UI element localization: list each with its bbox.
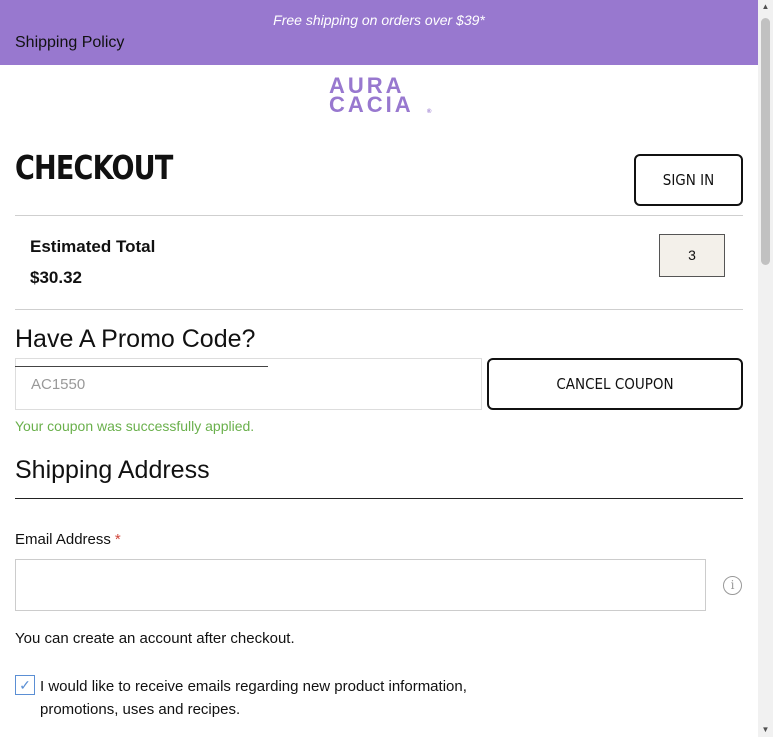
cancel-coupon-button[interactable]: CANCEL COUPON	[487, 358, 743, 410]
shipping-divider	[15, 498, 743, 499]
email-address-label: Email Address *	[15, 531, 121, 548]
free-shipping-message: Free shipping on orders over $39*	[273, 12, 485, 28]
page-title: CHECKOUT	[15, 148, 173, 187]
estimated-total-value: $30.32	[30, 268, 82, 287]
required-marker: *	[114, 531, 121, 548]
promo-input-underline	[15, 366, 268, 367]
account-after-checkout-note: You can create an account after checkout…	[15, 630, 295, 647]
scroll-up-arrow-icon[interactable]: ▲	[758, 0, 773, 14]
divider	[15, 215, 743, 216]
email-label-text: Email Address	[15, 531, 111, 548]
newsletter-checkbox-label[interactable]: I would like to receive emails regarding…	[40, 675, 540, 721]
logo-line-2: CACIA	[329, 92, 414, 117]
shipping-address-heading: Shipping Address	[15, 456, 210, 484]
divider	[15, 309, 743, 310]
email-field[interactable]	[15, 559, 706, 611]
estimated-total-label: Estimated Total	[30, 237, 156, 256]
scrollbar-thumb[interactable]	[761, 18, 770, 265]
checkmark-icon: ✓	[19, 677, 31, 693]
shipping-policy-link[interactable]: Shipping Policy	[15, 34, 124, 52]
logo-registered-mark: ®	[427, 109, 432, 115]
newsletter-checkbox[interactable]: ✓	[15, 675, 35, 695]
sign-in-button[interactable]: SIGN IN	[634, 154, 743, 206]
info-icon[interactable]: i	[723, 576, 742, 595]
page-scrollbar[interactable]: ▲ ▼	[758, 0, 773, 737]
scroll-down-arrow-icon[interactable]: ▼	[758, 723, 773, 737]
promo-code-heading: Have A Promo Code?	[15, 325, 256, 353]
aura-cacia-logo[interactable]: AURA CACIA ®	[329, 75, 439, 117]
coupon-success-message: Your coupon was successfully applied.	[15, 418, 255, 434]
promo-banner: Free shipping on orders over $39* Shippi…	[0, 0, 758, 65]
cart-item-count-button[interactable]: 3	[659, 234, 725, 277]
